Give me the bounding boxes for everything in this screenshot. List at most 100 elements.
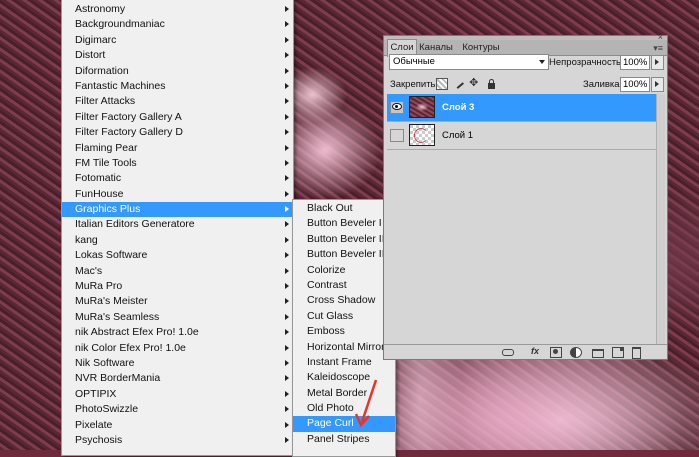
menu-item[interactable]: Filter Factory Gallery A (62, 110, 293, 125)
submenu-arrow-icon (285, 82, 289, 89)
adjustment-icon[interactable] (570, 347, 582, 358)
submenu-item[interactable]: Instant Frame (293, 355, 395, 370)
layers-scrollbar[interactable] (656, 94, 665, 344)
panel-menu-icon[interactable]: ▾≡ (653, 43, 663, 54)
folder-icon[interactable] (592, 349, 604, 358)
submenu-arrow-icon (285, 129, 289, 136)
menu-item[interactable]: Diformation (62, 64, 293, 79)
submenu-item-label: Black Out (307, 202, 353, 214)
menu-item[interactable]: Nik Software (62, 356, 293, 371)
lock-image-icon[interactable] (454, 79, 465, 89)
menu-item-label: Graphics Plus (75, 203, 141, 216)
fill-slider-toggle[interactable] (651, 77, 664, 92)
submenu-item[interactable]: Black Out (293, 201, 395, 216)
submenu-item-label: Instant Frame (307, 355, 372, 368)
submenu-item-label: Cut Glass (307, 309, 354, 322)
layer-row[interactable]: Слой 3 (387, 94, 657, 122)
submenu-item[interactable]: Button Beveler III (293, 247, 395, 262)
mask-icon[interactable] (550, 347, 562, 358)
submenu-item-label: Colorize (307, 263, 346, 276)
submenu-arrow-icon (285, 344, 289, 351)
submenu-item[interactable]: Cross Shadow (293, 293, 395, 308)
menu-item-label: NVR BorderMania (75, 372, 161, 385)
fill-input[interactable]: 100% (620, 77, 650, 92)
lock-all-icon[interactable] (487, 79, 497, 90)
menu-item[interactable]: FunHouse (62, 187, 293, 202)
menu-item[interactable]: Flaming Pear (62, 141, 293, 156)
menu-item[interactable]: nik Color Efex Pro! 1.0e (62, 341, 293, 356)
menu-item-label: Diformation (75, 64, 129, 77)
new-layer-icon[interactable] (612, 347, 624, 358)
menu-item[interactable]: PhotoSwizzle (62, 402, 293, 417)
menu-item-label: Italian Editors Generatore (75, 218, 195, 231)
menu-item[interactable]: Italian Editors Generatore (62, 217, 293, 232)
blend-mode-select[interactable]: Обычные (389, 54, 549, 70)
menu-item[interactable]: MuRa Pro (62, 279, 293, 294)
menu-item-label: FunHouse (75, 187, 124, 200)
menu-item[interactable]: Pixelate (62, 418, 293, 433)
menu-item[interactable]: OPTIPIX (62, 387, 293, 402)
submenu-arrow-icon (285, 113, 289, 120)
submenu-item[interactable]: Colorize (293, 263, 395, 278)
submenu-arrow-icon (285, 375, 289, 382)
menu-item[interactable]: Filter Attacks (62, 94, 293, 109)
layer-row[interactable]: Слой 1 (387, 122, 657, 150)
menu-item-label: Fotomatic (75, 172, 122, 185)
menu-item[interactable]: Mac's (62, 264, 293, 279)
submenu-item[interactable]: Horizontal Mirror (293, 340, 395, 355)
submenu-arrow-icon (285, 283, 289, 290)
tab-paths[interactable]: Контуры (460, 40, 502, 55)
menu-item-label: Distort (75, 49, 106, 62)
menu-item-label: OPTIPIX (75, 387, 117, 400)
blend-mode-value: Обычные (393, 56, 435, 67)
submenu-item-label: Panel Stripes (307, 432, 370, 445)
submenu-item[interactable]: Contrast (293, 278, 395, 293)
menu-item[interactable]: kang (62, 233, 293, 248)
menu-item[interactable]: MuRa's Meister (62, 294, 293, 309)
trash-icon[interactable] (632, 347, 641, 359)
submenu-item-label: Page Curl (307, 417, 354, 430)
submenu-arrow-icon (285, 98, 289, 105)
menu-item[interactable]: MuRa's Seamless (62, 310, 293, 325)
submenu-item[interactable]: Emboss (293, 324, 395, 339)
menu-item[interactable]: Digimarc (62, 33, 293, 48)
menu-item-label: Filter Attacks (75, 95, 136, 108)
submenu-item-label: Horizontal Mirror (307, 340, 385, 353)
submenu-item-label: Cross Shadow (307, 294, 376, 307)
submenu-arrow-icon (285, 21, 289, 28)
submenu-item[interactable]: Button Beveler II (293, 232, 395, 247)
fx-icon[interactable]: fx (530, 347, 540, 356)
menu-item[interactable]: nik Abstract Efex Pro! 1.0e (62, 325, 293, 340)
menu-item[interactable]: Fotomatic (62, 171, 293, 186)
submenu-arrow-icon (285, 175, 289, 182)
opacity-slider-toggle[interactable] (651, 55, 664, 70)
visibility-toggle[interactable] (390, 129, 404, 142)
tab-channels[interactable]: Каналы (417, 40, 455, 55)
visibility-toggle[interactable] (390, 101, 404, 114)
menu-item-label: Backgroundmaniac (75, 18, 165, 31)
menu-item[interactable]: Psychosis (62, 433, 293, 448)
menu-item[interactable]: NVR BorderMania (62, 371, 293, 386)
link-icon[interactable] (502, 347, 514, 356)
menu-item[interactable]: Filter Factory Gallery D (62, 125, 293, 140)
menu-item-label: nik Abstract Efex Pro! 1.0e (75, 326, 199, 339)
submenu-arrow-icon (285, 421, 289, 428)
opacity-input[interactable]: 100% (620, 55, 650, 70)
menu-item[interactable]: Lokas Software (62, 248, 293, 263)
submenu-item[interactable]: Cut Glass (293, 309, 395, 324)
lock-position-icon[interactable] (469, 76, 480, 89)
menu-item[interactable]: Backgroundmaniac (62, 17, 293, 32)
submenu-arrow-icon (285, 190, 289, 197)
lock-transparency-icon[interactable] (436, 78, 448, 91)
submenu-item-label: Button Beveler II (307, 232, 385, 245)
menu-item[interactable]: Fantastic Machines (62, 79, 293, 94)
menu-item[interactable]: Distort (62, 48, 293, 63)
menu-item[interactable]: Graphics Plus (62, 202, 293, 218)
menu-item[interactable]: FM Tile Tools (62, 156, 293, 171)
menu-item-label: Lokas Software (75, 249, 148, 262)
submenu-item-label: Button Beveler I (307, 217, 382, 230)
menu-item[interactable]: Astronomy (62, 2, 293, 17)
submenu-item[interactable]: Button Beveler I (293, 216, 395, 231)
submenu-item[interactable]: Panel Stripes (293, 432, 395, 447)
submenu-item-label: Button Beveler III (307, 248, 388, 261)
